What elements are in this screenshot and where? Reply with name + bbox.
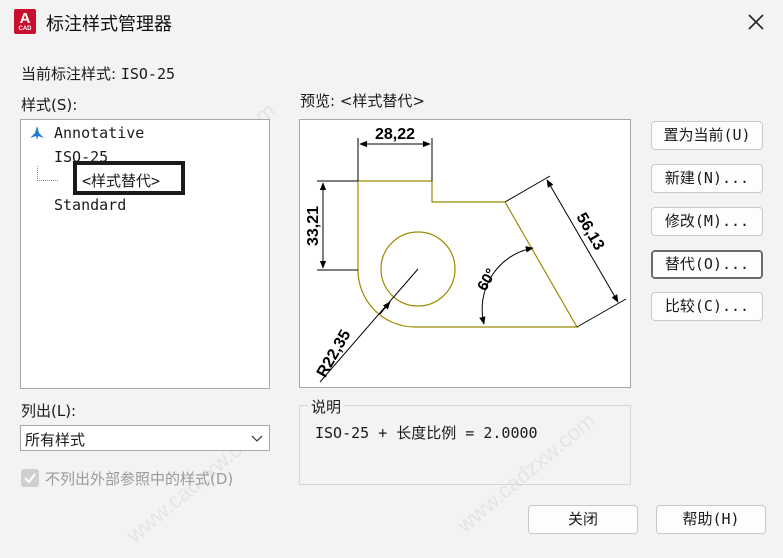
close-button[interactable]: 关闭 bbox=[528, 505, 638, 534]
current-style-value: ISO-25 bbox=[120, 65, 176, 83]
annotative-icon bbox=[30, 126, 44, 140]
preview-panel: 28,22 33,21 56,13 60° R22,35 bbox=[299, 119, 631, 388]
dim-radius: R22,35 bbox=[314, 327, 355, 380]
list-item-selected[interactable]: <样式替代> bbox=[82, 170, 160, 191]
chevron-down-icon bbox=[251, 435, 263, 442]
set-current-button[interactable]: 置为当前(U) bbox=[651, 121, 763, 150]
help-button[interactable]: 帮助(H) bbox=[656, 505, 766, 534]
dim-horizontal: 28,22 bbox=[375, 126, 415, 143]
list-filter-label: 列出(L): bbox=[21, 402, 77, 420]
list-filter-value: 所有样式 bbox=[25, 431, 86, 449]
close-icon[interactable] bbox=[742, 8, 770, 36]
list-item[interactable]: Annotative bbox=[54, 124, 144, 142]
autocad-icon: A CAD bbox=[14, 9, 36, 34]
exclude-xref-checkbox[interactable] bbox=[21, 469, 39, 487]
description-label: 说明 bbox=[308, 396, 345, 417]
dim-aligned: 56,13 bbox=[573, 210, 608, 253]
list-item[interactable]: Standard bbox=[54, 196, 126, 214]
description-text: ISO-25 + 长度比例 = 2.0000 bbox=[315, 424, 538, 442]
compare-button[interactable]: 比较(C)... bbox=[651, 292, 763, 321]
styles-list[interactable]: Annotative ISO-25 <样式替代> Standard bbox=[20, 119, 270, 389]
dimension-style-manager-dialog: www.cadzxw.com www.cadzxw.com www.cadzxw… bbox=[0, 0, 783, 558]
window-title: 标注样式管理器 bbox=[46, 14, 172, 35]
preview-label: 预览: <样式替代> bbox=[300, 92, 425, 110]
title-bar: A CAD 标注样式管理器 bbox=[0, 0, 783, 44]
override-button[interactable]: 替代(O)... bbox=[651, 250, 763, 279]
preview-drawing: 28,22 33,21 56,13 60° R22,35 bbox=[305, 126, 627, 383]
current-style-label: 当前标注样式: ISO-25 bbox=[21, 65, 176, 83]
dim-vertical: 33,21 bbox=[305, 206, 322, 246]
list-filter-dropdown[interactable]: 所有样式 bbox=[20, 425, 270, 451]
styles-label: 样式(S): bbox=[21, 96, 78, 114]
modify-button[interactable]: 修改(M)... bbox=[651, 207, 763, 236]
exclude-xref-label: 不列出外部参照中的样式(D) bbox=[45, 470, 234, 488]
checkmark-icon bbox=[24, 473, 36, 484]
tree-connector bbox=[37, 166, 58, 181]
description-group bbox=[299, 405, 631, 485]
new-button[interactable]: 新建(N)... bbox=[651, 164, 763, 193]
